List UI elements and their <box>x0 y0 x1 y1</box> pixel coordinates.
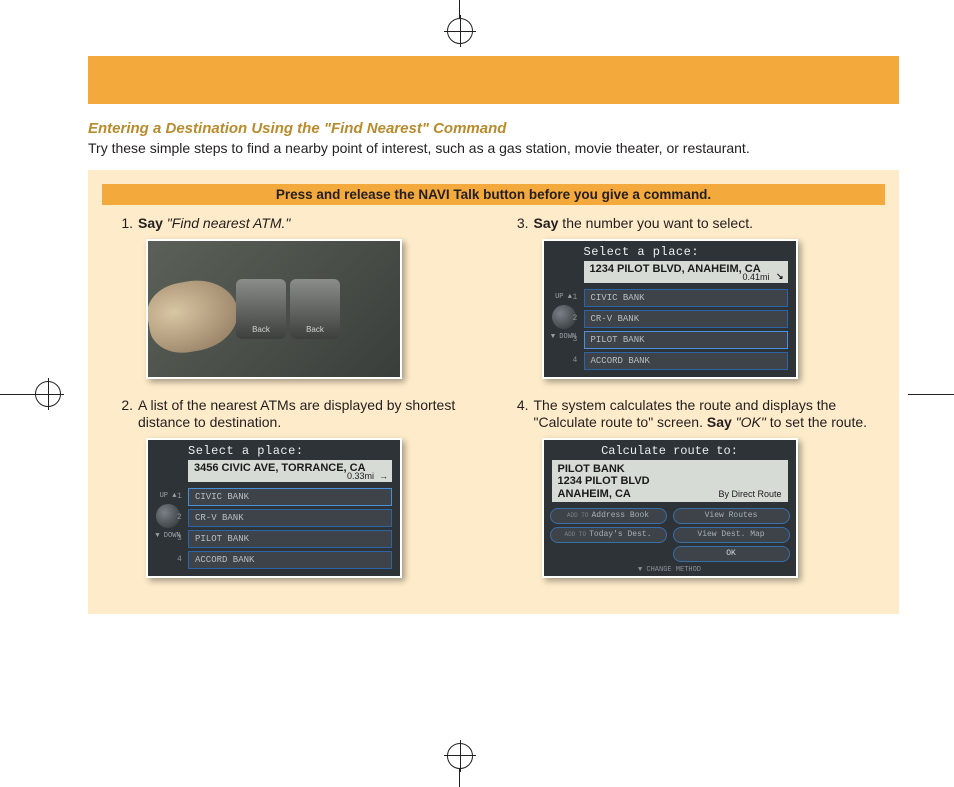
thumb-icon <box>146 273 243 358</box>
view-routes-button: View Routes <box>673 508 790 524</box>
view-dest-map-button: View Dest. Map <box>673 527 790 543</box>
ok-button: OK <box>673 546 790 562</box>
list-item: 1CIVIC BANK <box>584 289 788 307</box>
wheel-back-button-1: Back <box>236 279 286 339</box>
header-bar <box>88 56 899 104</box>
route-method: By Direct Route <box>718 489 781 499</box>
list-item: 4ACCORD BANK <box>188 551 392 569</box>
nav-direction-icon: ↘ <box>776 271 784 282</box>
nav-header: Select a place: <box>584 245 700 259</box>
intro-text: Try these simple steps to find a nearby … <box>88 140 899 156</box>
list-item: 2CR-V BANK <box>584 310 788 328</box>
figure-select-place-1: Select a place: 3456 CIVIC AVE, TORRANCE… <box>146 438 402 578</box>
list-item: 3PILOT BANK <box>188 530 392 548</box>
nav-address-bar: 3456 CIVIC AVE, TORRANCE, CA 0.33mi → <box>188 460 392 482</box>
nav-result-list: 1CIVIC BANK 2CR-V BANK 3PILOT BANK 4ACCO… <box>584 289 788 373</box>
nav-result-list: 1CIVIC BANK 2CR-V BANK 3PILOT BANK 4ACCO… <box>188 488 392 572</box>
nav-distance: 0.41mi <box>742 272 769 282</box>
calc-address: PILOT BANK 1234 PILOT BLVD ANAHEIM, CA B… <box>552 460 788 502</box>
nav-header: Select a place: <box>188 444 304 458</box>
list-item: 4ACCORD BANK <box>584 352 788 370</box>
list-item: 1CIVIC BANK <box>188 488 392 506</box>
list-item: 3PILOT BANK <box>584 331 788 349</box>
figure-steering-wheel: Back Back <box>146 239 402 379</box>
change-method-icon: ▼ CHANGE METHOD <box>544 566 796 574</box>
step-4: 4. The system calculates the route and d… <box>514 397 870 432</box>
add-todays-dest-button: ADD TOToday's Dest. <box>550 527 667 543</box>
figure-select-place-2: Select a place: 1234 PILOT BLVD, ANAHEIM… <box>542 239 798 379</box>
calc-header: Calculate route to: <box>544 440 796 458</box>
calc-buttons: ADD TOAddress Book View Routes ADD TOTod… <box>550 508 790 562</box>
add-address-book-button: ADD TOAddress Book <box>550 508 667 524</box>
nav-address: 3456 CIVIC AVE, TORRANCE, CA <box>194 462 366 474</box>
page-title: Entering a Destination Using the "Find N… <box>88 120 899 137</box>
page-content: Entering a Destination Using the "Find N… <box>88 120 899 614</box>
nav-direction-icon: → <box>379 471 388 481</box>
nav-address: 1234 PILOT BLVD, ANAHEIM, CA <box>590 263 761 275</box>
instruction-panel: Press and release the NAVI Talk button b… <box>88 170 899 614</box>
nav-distance: 0.33mi <box>347 471 374 481</box>
list-item: 2CR-V BANK <box>188 509 392 527</box>
panel-header: Press and release the NAVI Talk button b… <box>102 184 885 205</box>
wheel-back-button-2: Back <box>290 279 340 339</box>
step-1: 1. Say "Find nearest ATM." <box>118 215 474 233</box>
figure-calculate-route: Calculate route to: PILOT BANK 1234 PILO… <box>542 438 798 578</box>
step-3: 3. Say the number you want to select. <box>514 215 870 233</box>
step-2: 2. A list of the nearest ATMs are displa… <box>118 397 474 432</box>
nav-address-bar: 1234 PILOT BLVD, ANAHEIM, CA 0.41mi ↘ <box>584 261 788 283</box>
